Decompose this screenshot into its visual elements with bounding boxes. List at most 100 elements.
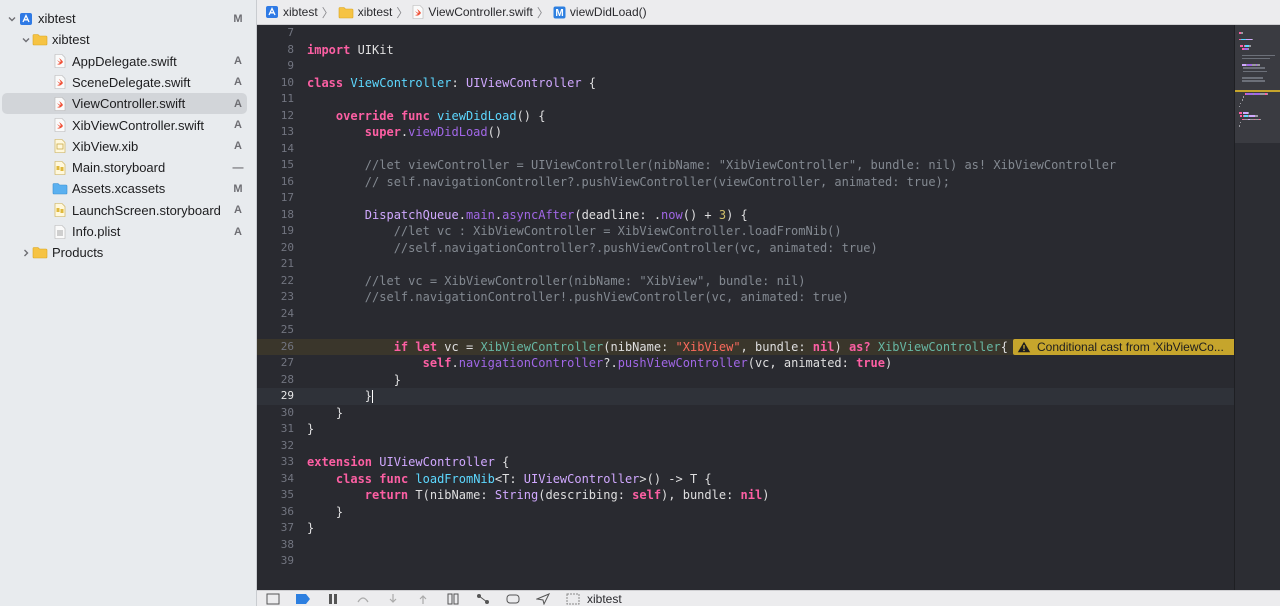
line-number[interactable]: 12	[257, 108, 294, 125]
line-number[interactable]: 11	[257, 91, 294, 108]
code-line[interactable]: 12 override func viewDidLoad() {	[257, 108, 1234, 125]
chevron-right-icon[interactable]	[20, 247, 32, 259]
line-number[interactable]: 16	[257, 174, 294, 191]
line-number[interactable]: 32	[257, 438, 294, 455]
environment-icon[interactable]	[505, 592, 521, 606]
code-line[interactable]: 20 //self.navigationController?.pushView…	[257, 240, 1234, 257]
line-number[interactable]: 20	[257, 240, 294, 257]
navigator-item[interactable]: ViewController.swift A	[2, 93, 247, 115]
warning-annotation[interactable]: Conditional cast from 'XibViewCo...	[1013, 338, 1234, 355]
code-line[interactable]: 21	[257, 256, 1234, 273]
code-line[interactable]: 33 extension UIViewController {	[257, 454, 1234, 471]
code-line[interactable]: 35 return T(nibName: String(describing: …	[257, 487, 1234, 504]
minimap-visible-region[interactable]	[1235, 25, 1280, 143]
line-number[interactable]: 30	[257, 405, 294, 422]
code-line[interactable]: 15 //let viewController = UIViewControll…	[257, 157, 1234, 174]
code-line[interactable]: 36 }	[257, 504, 1234, 521]
line-number[interactable]: 34	[257, 471, 294, 488]
line-number[interactable]: 22	[257, 273, 294, 290]
code-line[interactable]: 24	[257, 306, 1234, 323]
line-number[interactable]: 19	[257, 223, 294, 240]
target-icon[interactable]	[565, 592, 581, 606]
navigator-item[interactable]: XibViewController.swift A	[2, 115, 247, 136]
source-editor[interactable]: 7 8 import UIKit 9 10 class ViewController: U…	[257, 25, 1234, 590]
navigator-item[interactable]: xibtest	[2, 29, 247, 50]
code-line[interactable]: 10 class ViewController: UIViewController…	[257, 75, 1234, 92]
line-number[interactable]: 18	[257, 207, 294, 224]
location-icon[interactable]	[535, 592, 551, 606]
navigator-item[interactable]: Info.plist A	[2, 221, 247, 242]
line-number[interactable]: 35	[257, 487, 294, 504]
line-number[interactable]: 17	[257, 190, 294, 207]
line-number[interactable]: 14	[257, 141, 294, 158]
code-line[interactable]: 38	[257, 537, 1234, 554]
line-number[interactable]: 31	[257, 421, 294, 438]
code-line[interactable]: 37}	[257, 520, 1234, 537]
line-number[interactable]: 28	[257, 372, 294, 389]
line-number[interactable]: 25	[257, 322, 294, 339]
line-number[interactable]: 9	[257, 58, 294, 75]
code-line[interactable]: 11	[257, 91, 1234, 108]
line-number[interactable]: 29	[257, 388, 294, 405]
code-line[interactable]: 17	[257, 190, 1234, 207]
code-line[interactable]: 34 class func loadFromNib<T: UIViewContr…	[257, 471, 1234, 488]
step-out-icon[interactable]	[415, 592, 431, 606]
code-line[interactable]: 27 self.navigationController?.pushViewCo…	[257, 355, 1234, 372]
navigator-item[interactable]: LaunchScreen.storyboard A	[2, 200, 247, 221]
code-line[interactable]: 25	[257, 322, 1234, 339]
code-line[interactable]: 8 import UIKit	[257, 42, 1234, 59]
code-line[interactable]: 28 }	[257, 372, 1234, 389]
chevron-down-icon[interactable]	[6, 13, 18, 25]
line-number[interactable]: 24	[257, 306, 294, 323]
line-number[interactable]: 13	[257, 124, 294, 141]
pause-icon[interactable]	[325, 592, 341, 606]
jump-bar-item[interactable]: xibtest	[338, 5, 392, 19]
code-line[interactable]: 18 DispatchQueue.main.asyncAfter(deadlin…	[257, 207, 1234, 224]
navigator-item[interactable]: AppDelegate.swift A	[2, 51, 247, 72]
line-number[interactable]: 21	[257, 256, 294, 273]
line-number[interactable]: 27	[257, 355, 294, 372]
code-line[interactable]: 26 if let vc = XibViewController(nibName…	[257, 338, 1234, 356]
code-line[interactable]: 13 super.viewDidLoad()	[257, 124, 1234, 141]
chevron-down-icon[interactable]	[20, 34, 32, 46]
code-line[interactable]: 7	[257, 25, 1234, 42]
navigator-item[interactable]: Main.storyboard —	[2, 157, 247, 178]
code-line[interactable]: 14	[257, 141, 1234, 158]
line-number[interactable]: 7	[257, 25, 294, 42]
line-number[interactable]: 15	[257, 157, 294, 174]
code-line[interactable]: 29 }	[257, 388, 1234, 405]
line-number[interactable]: 36	[257, 504, 294, 521]
line-number[interactable]: 26	[257, 339, 294, 356]
jump-bar-item[interactable]: ViewController.swift	[412, 5, 533, 19]
code-line[interactable]: 9	[257, 58, 1234, 75]
toggle-console-icon[interactable]	[265, 592, 281, 606]
navigator-item[interactable]: xibtest M	[2, 8, 247, 29]
line-number[interactable]: 39	[257, 553, 294, 570]
code-line[interactable]: 19 //let vc : XibViewController = XibVie…	[257, 223, 1234, 240]
minimap[interactable]	[1234, 25, 1280, 590]
code-line[interactable]: 16 // self.navigationController?.pushVie…	[257, 174, 1234, 191]
jump-bar-item[interactable]: xibtest	[265, 5, 318, 19]
code-line[interactable]: 22 //let vc = XibViewController(nibName:…	[257, 273, 1234, 290]
navigator-item[interactable]: XibView.xib A	[2, 136, 247, 157]
code-line[interactable]: 39	[257, 553, 1234, 570]
code-line[interactable]: 31}	[257, 421, 1234, 438]
view-hierarchy-icon[interactable]	[445, 592, 461, 606]
jump-bar-item[interactable]: MviewDidLoad()	[553, 5, 647, 19]
navigator-item[interactable]: Products	[2, 242, 247, 263]
line-number[interactable]: 10	[257, 75, 294, 92]
line-number[interactable]: 37	[257, 520, 294, 537]
memory-graph-icon[interactable]	[475, 592, 491, 606]
navigator-item[interactable]: SceneDelegate.swift A	[2, 72, 247, 93]
line-number[interactable]: 23	[257, 289, 294, 306]
line-number[interactable]: 38	[257, 537, 294, 554]
navigator-item[interactable]: Assets.xcassets M	[2, 178, 247, 199]
line-number[interactable]: 33	[257, 454, 294, 471]
code-line[interactable]: 30 }	[257, 405, 1234, 422]
code-line[interactable]: 32	[257, 438, 1234, 455]
step-into-icon[interactable]	[385, 592, 401, 606]
step-over-icon[interactable]	[355, 592, 371, 606]
breakpoints-icon[interactable]	[295, 592, 311, 606]
line-number[interactable]: 8	[257, 42, 294, 59]
code-line[interactable]: 23 //self.navigationController!.pushView…	[257, 289, 1234, 306]
